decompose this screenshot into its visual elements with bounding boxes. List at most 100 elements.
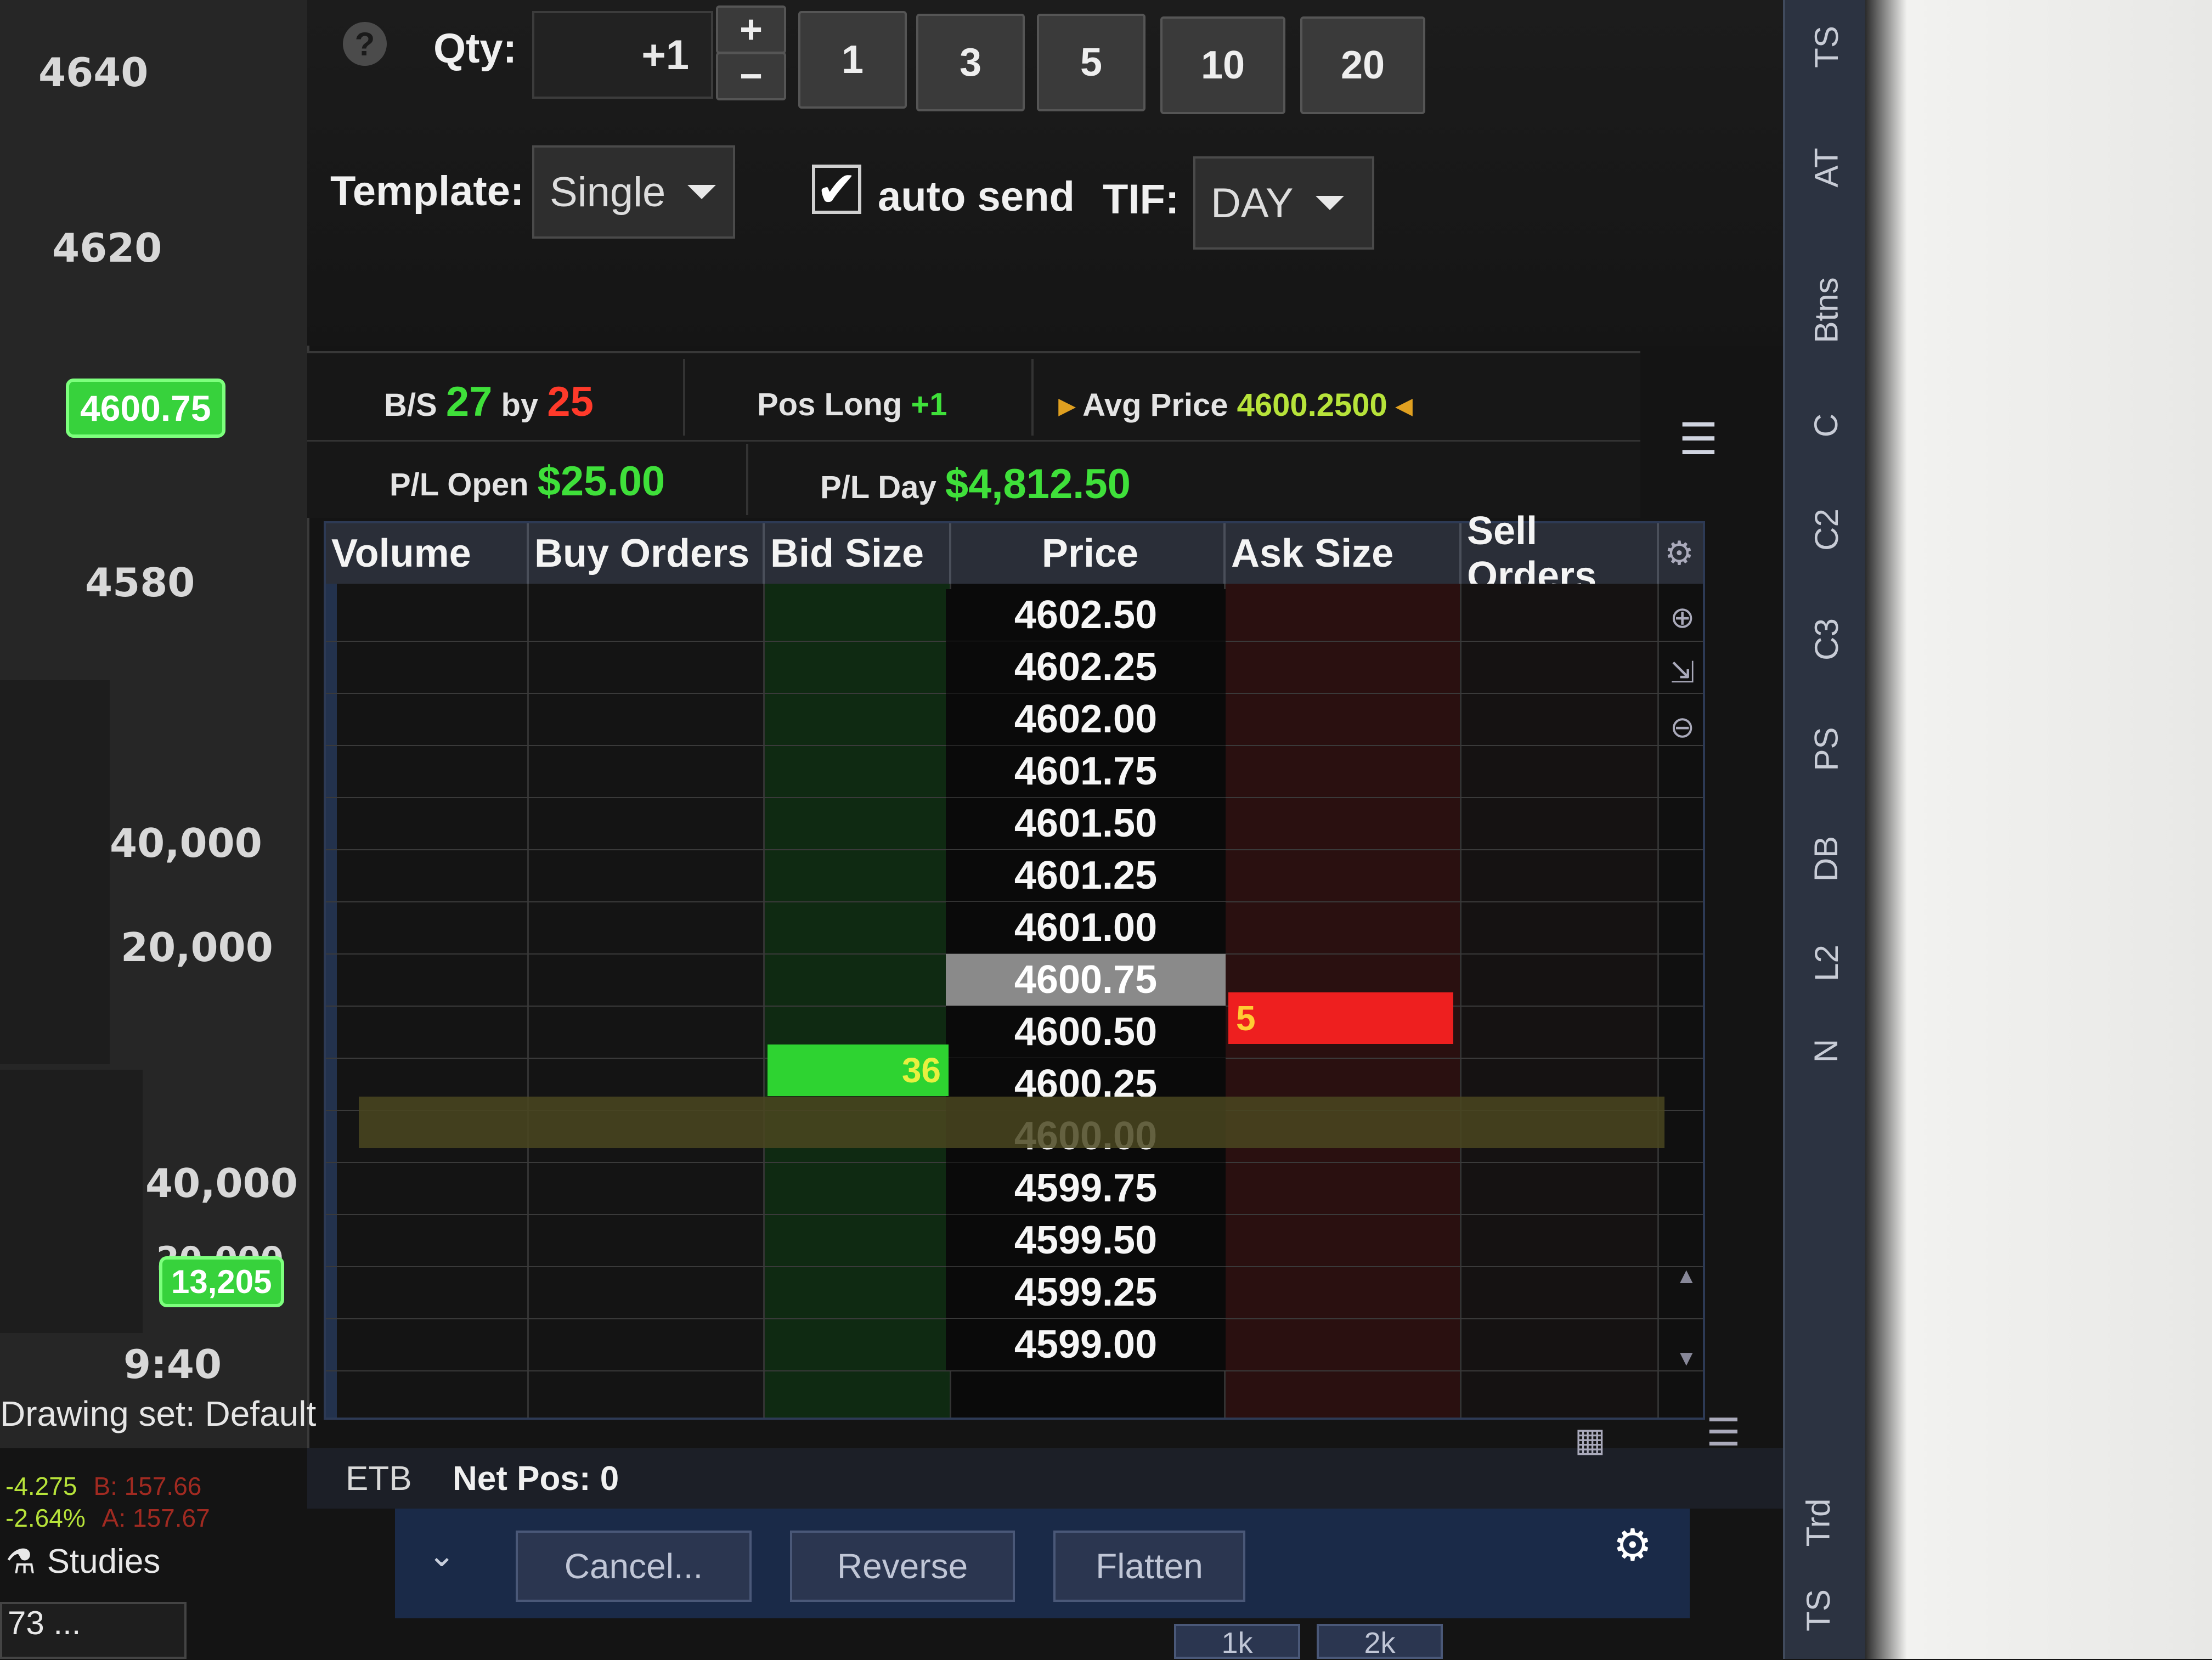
list-icon[interactable]: ☰: [1706, 1410, 1741, 1455]
zoom-out-icon[interactable]: ⊖: [1670, 710, 1695, 744]
tab-c[interactable]: C: [1799, 384, 1854, 466]
qty-decrement-button[interactable]: −: [716, 52, 786, 100]
row-divider: [326, 1370, 1703, 1371]
bs-buy-count: 27: [445, 379, 493, 425]
scroll-down-icon[interactable]: ▼: [1675, 1346, 1697, 1371]
bid-size-cell[interactable]: 36: [768, 1044, 949, 1096]
studies-label: Studies: [47, 1543, 161, 1580]
divider: [746, 444, 748, 515]
price-cell: 4599.00: [946, 1319, 1226, 1370]
last-price-badge: 4600.75: [66, 379, 225, 438]
tif-select[interactable]: DAY: [1193, 156, 1374, 250]
volume-bar: [0, 680, 110, 1064]
price-cell: 4602.50: [946, 589, 1226, 641]
tif-value: DAY: [1211, 179, 1294, 227]
tab-ts[interactable]: TS: [1799, 5, 1854, 88]
pl-day-value: $4,812.50: [945, 461, 1131, 507]
position: Pos Long +1: [757, 386, 947, 423]
qty-increment-button[interactable]: +: [716, 5, 786, 54]
qty-preset-10[interactable]: 10: [1160, 16, 1285, 114]
mini-value-box[interactable]: 73 ...: [0, 1602, 187, 1659]
tab-c3[interactable]: C3: [1799, 598, 1854, 680]
ask-size-cell[interactable]: 5: [1228, 992, 1453, 1044]
bs-sell-count: 25: [547, 379, 594, 425]
tab-db[interactable]: DB: [1799, 817, 1854, 900]
position-stats: B/S 27 by 25 Pos Long +1 ▸ Avg Price 460…: [307, 351, 1718, 518]
qty-2k-button[interactable]: 2k: [1317, 1624, 1443, 1659]
center-icon[interactable]: ⇲: [1670, 655, 1695, 690]
template-select[interactable]: Single: [532, 145, 735, 239]
zoom-in-icon[interactable]: ⊕: [1670, 600, 1695, 635]
tab-c2[interactable]: C2: [1799, 488, 1854, 571]
pl-open: P/L Open $25.00: [390, 458, 665, 505]
gear-icon[interactable]: ⚙: [1664, 534, 1694, 573]
menu-icon[interactable]: ☰: [1679, 414, 1718, 465]
tab-n[interactable]: N: [1799, 1009, 1854, 1092]
pos-label: Pos Long: [757, 387, 902, 422]
tab-l2[interactable]: L2: [1799, 922, 1854, 1004]
tab-btns[interactable]: Btns: [1799, 269, 1854, 351]
tab-trd[interactable]: Trd: [1791, 1481, 1846, 1563]
pl-day-label: P/L Day: [820, 470, 936, 505]
help-icon[interactable]: ?: [343, 22, 387, 66]
drawing-set-label[interactable]: Drawing set: Default: [0, 1393, 316, 1434]
studies-button[interactable]: ⚗ Studies: [5, 1542, 160, 1582]
divider: [683, 359, 685, 436]
price-cell: 4602.25: [946, 641, 1226, 693]
divider: [307, 440, 1640, 442]
pl-open-label: P/L Open: [390, 467, 529, 502]
sell-orders-column[interactable]: [1462, 584, 1659, 1418]
template-value: Single: [550, 168, 666, 216]
price-cell: 4601.00: [946, 902, 1226, 953]
qty-preset-1[interactable]: 1: [798, 11, 907, 109]
checkmark-icon: ✔: [816, 162, 857, 217]
ladder-header: Volume Buy Orders Bid Size Price Ask Siz…: [326, 509, 1703, 598]
column-header-price[interactable]: Price: [951, 523, 1226, 584]
buy-orders-column[interactable]: [529, 584, 765, 1418]
chart-panel[interactable]: 4640 4620 4600.75 4580 40,000 20,000 40,…: [0, 0, 309, 1448]
gear-icon[interactable]: ⚙: [1613, 1520, 1652, 1571]
volume-axis-tick: 40,000: [145, 1160, 298, 1206]
pos-value: +1: [911, 387, 947, 422]
net-position: Net Pos: 0: [453, 1460, 619, 1498]
qty-input[interactable]: +1: [532, 11, 713, 99]
tab-ts-bottom[interactable]: TS: [1791, 1569, 1846, 1651]
qty-preset-3[interactable]: 3: [916, 14, 1025, 111]
template-label: Template:: [330, 168, 524, 214]
side-tab-strip: TS AT Btns C C2 C3 PS DB L2 N Trd TS: [1783, 0, 1867, 1659]
auto-send-checkbox[interactable]: ✔: [812, 162, 861, 217]
etb-label: ETB: [346, 1460, 412, 1498]
quote-percent: -2.64%: [5, 1504, 86, 1532]
qty-preset-20[interactable]: 20: [1300, 16, 1425, 114]
quote-change: -4.275: [5, 1472, 77, 1500]
qty-1k-button[interactable]: 1k: [1174, 1624, 1300, 1659]
column-header-buy-orders[interactable]: Buy Orders: [529, 523, 765, 584]
pl-day: P/L Day $4,812.50: [820, 460, 1131, 508]
column-header-sell-orders[interactable]: Sell Orders: [1462, 509, 1659, 598]
column-header-volume[interactable]: Volume: [326, 523, 529, 584]
bs-label: B/S: [384, 387, 437, 423]
price-ladder[interactable]: Volume Buy Orders Bid Size Price Ask Siz…: [324, 509, 1705, 1420]
bid-size-column[interactable]: [765, 584, 951, 1418]
qty-preset-5[interactable]: 5: [1037, 14, 1146, 111]
auto-send-label: auto send: [878, 173, 1075, 220]
reverse-button[interactable]: Reverse: [790, 1531, 1015, 1602]
grid-icon[interactable]: ▦: [1575, 1421, 1606, 1459]
caret-left-icon: ◂: [1396, 387, 1413, 423]
column-header-bid-size[interactable]: Bid Size: [765, 523, 951, 584]
tab-ps[interactable]: PS: [1799, 708, 1854, 790]
price-axis-tick: 4580: [85, 560, 195, 606]
scroll-up-icon[interactable]: ▲: [1675, 1264, 1697, 1289]
volume-axis-tick: 40,000: [110, 820, 262, 866]
buy-sell-count: B/S 27 by 25: [384, 378, 594, 426]
column-header-ask-size[interactable]: Ask Size: [1226, 523, 1462, 584]
flatten-button[interactable]: Flatten: [1053, 1531, 1245, 1602]
chevron-down-icon[interactable]: ⌄: [428, 1536, 455, 1574]
cancel-button[interactable]: Cancel...: [516, 1531, 752, 1602]
volume-axis-tick: 20,000: [121, 924, 273, 970]
price-cell: 4600.75: [946, 954, 1226, 1006]
chevron-down-icon: [687, 185, 716, 199]
volume-column[interactable]: [326, 584, 529, 1418]
quote-block: -4.275 B: 157.66 -2.64% A: 157.67: [5, 1470, 210, 1534]
tab-at[interactable]: AT: [1799, 126, 1854, 208]
